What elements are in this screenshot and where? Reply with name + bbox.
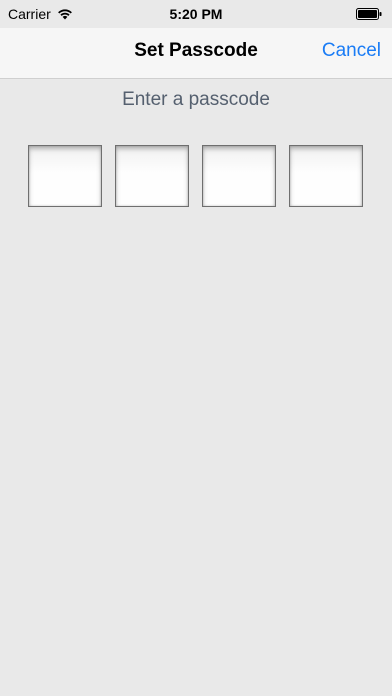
passcode-digit-field[interactable] <box>115 145 189 207</box>
passcode-screen: Carrier 5:20 PM Set Passcode Cancel Ente… <box>0 0 392 696</box>
passcode-digit-field[interactable] <box>28 145 102 207</box>
status-bar: Carrier 5:20 PM <box>0 0 392 28</box>
passcode-digit-field[interactable] <box>289 145 363 207</box>
status-time: 5:20 PM <box>169 6 223 22</box>
cancel-button[interactable]: Cancel <box>322 40 381 62</box>
navigation-bar: Set Passcode Cancel <box>0 28 392 79</box>
passcode-prompt: Enter a passcode <box>122 89 270 110</box>
passcode-input-group[interactable] <box>0 145 392 209</box>
battery-icon <box>356 8 382 20</box>
passcode-digit-field[interactable] <box>202 145 276 207</box>
